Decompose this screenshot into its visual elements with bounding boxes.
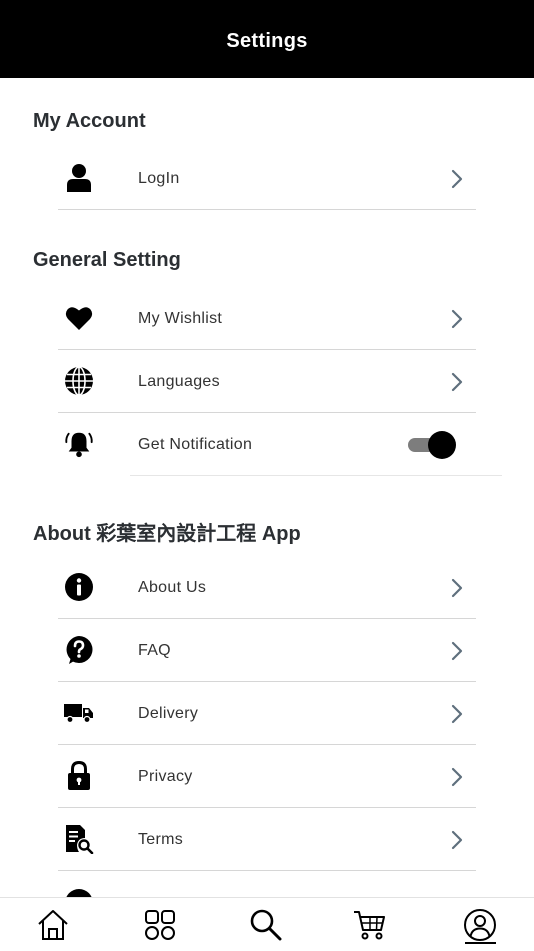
about-us-row[interactable]: About Us	[58, 556, 476, 619]
search-icon	[250, 909, 282, 940]
page-title: Settings	[226, 29, 308, 52]
faq-row[interactable]: FAQ	[58, 619, 476, 682]
chevron-right-icon	[451, 704, 463, 724]
grid-icon	[145, 909, 175, 940]
chevron-right-icon	[451, 767, 463, 787]
notification-label: Get Notification	[138, 435, 253, 453]
chevron-right-icon	[451, 641, 463, 661]
login-row[interactable]: LogIn	[58, 147, 476, 210]
languages-label: Languages	[138, 372, 220, 390]
login-label: LogIn	[138, 169, 180, 187]
info-icon	[64, 572, 94, 602]
terms-row[interactable]: Terms	[58, 808, 476, 871]
privacy-row[interactable]: Privacy	[58, 745, 476, 808]
divider	[130, 475, 502, 476]
nav-categories[interactable]	[130, 898, 190, 951]
wishlist-row[interactable]: My Wishlist	[58, 287, 476, 350]
wishlist-label: My Wishlist	[138, 309, 223, 327]
languages-row[interactable]: Languages	[58, 350, 476, 413]
delivery-row[interactable]: Delivery	[58, 682, 476, 745]
user-icon	[64, 163, 94, 193]
faq-label: FAQ	[138, 641, 171, 659]
home-icon	[38, 909, 68, 940]
bell-icon	[64, 429, 94, 459]
section-title-about: About 彩葉室內設計工程 App	[33, 523, 301, 545]
cart-icon	[354, 910, 385, 939]
about-us-label: About Us	[138, 578, 207, 596]
truck-icon	[64, 698, 94, 728]
profile-icon	[464, 908, 496, 941]
chevron-right-icon	[451, 830, 463, 850]
delivery-label: Delivery	[138, 704, 199, 722]
privacy-label: Privacy	[138, 767, 193, 785]
header-bar: Settings	[0, 0, 534, 78]
lock-icon	[64, 761, 94, 791]
document-search-icon	[64, 824, 94, 854]
notification-row: Get Notification	[58, 413, 476, 476]
nav-search[interactable]	[236, 898, 296, 951]
terms-label: Terms	[138, 830, 184, 848]
nav-cart[interactable]	[340, 898, 400, 951]
nav-home[interactable]	[23, 898, 83, 951]
active-tab-indicator	[465, 942, 496, 944]
section-title-my-account: My Account	[33, 110, 146, 132]
heart-icon	[64, 303, 94, 333]
globe-icon	[64, 366, 94, 396]
chevron-right-icon	[451, 372, 463, 392]
chevron-right-icon	[451, 309, 463, 329]
question-icon	[64, 635, 94, 665]
notification-toggle[interactable]	[408, 431, 456, 459]
chevron-right-icon	[451, 578, 463, 598]
toggle-knob	[428, 431, 456, 459]
section-title-general-setting: General Setting	[33, 249, 181, 271]
chevron-right-icon	[451, 169, 463, 189]
bottom-nav	[0, 897, 534, 951]
